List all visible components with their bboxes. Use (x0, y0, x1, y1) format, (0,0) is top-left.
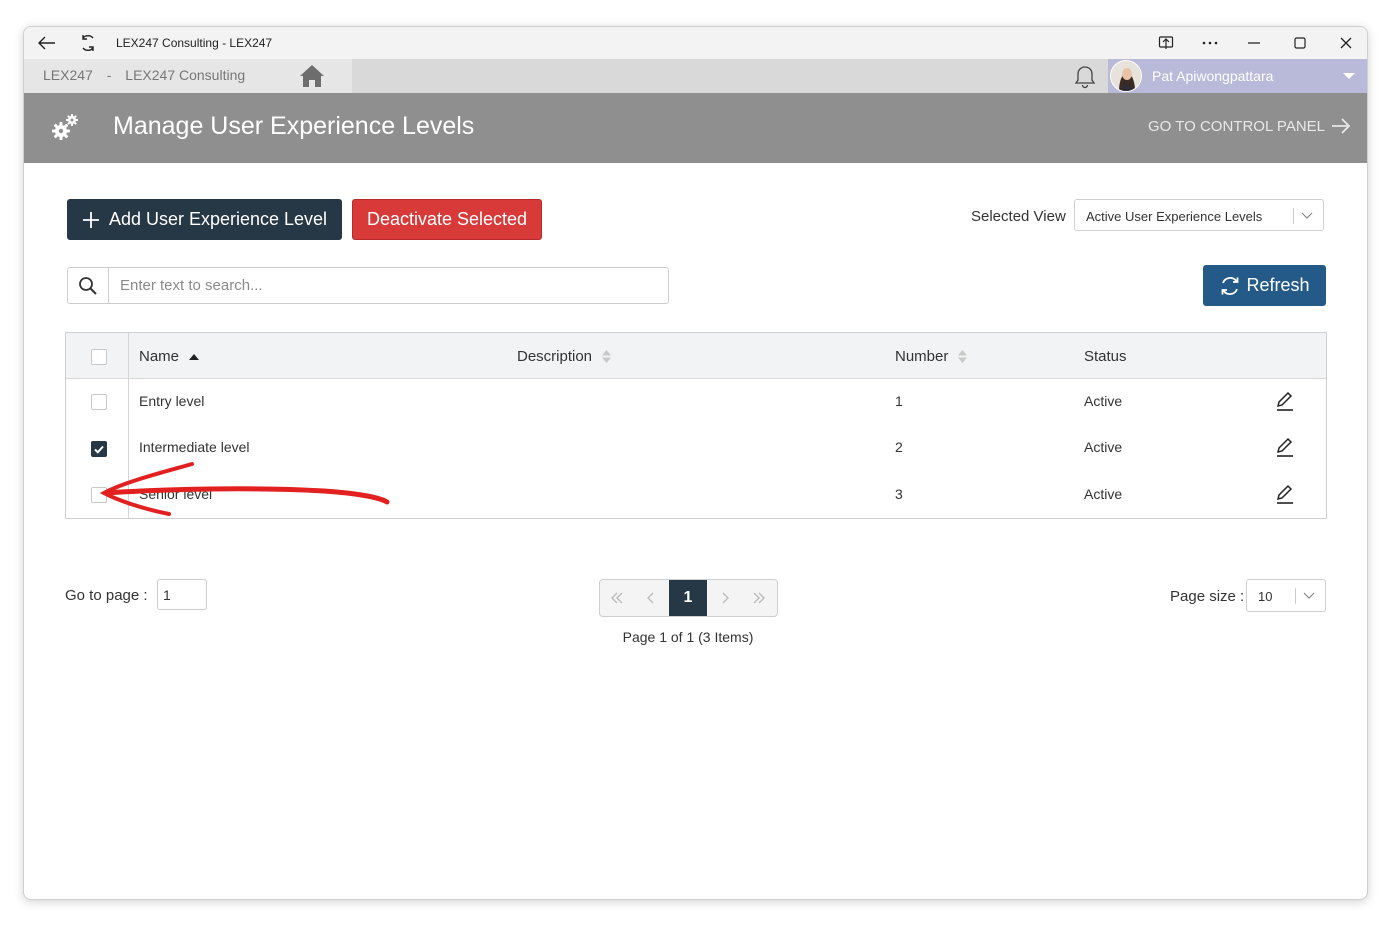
search-icon (68, 268, 109, 303)
selected-view-value: Active User Experience Levels (1086, 209, 1263, 224)
column-name-label: Name (139, 348, 180, 365)
tenant-name: LEX247 Consulting (125, 67, 246, 83)
experience-levels-table: Name Description Number Status Entry lev… (65, 332, 1327, 519)
table-row[interactable]: Intermediate level 2 Active (66, 426, 1326, 472)
app-top-bar: LEX247 - LEX247 Consulting Pat Apiwongpa… (24, 59, 1367, 93)
user-name: Pat Apiwongpattara (1152, 68, 1274, 84)
page-size-dropdown[interactable]: 10 (1246, 579, 1326, 612)
column-header-number[interactable]: Number (895, 348, 968, 365)
row-name: Entry level (139, 393, 205, 409)
row-number: 1 (895, 393, 903, 409)
table-header: Name Description Number Status (66, 333, 1326, 379)
row-status: Active (1084, 439, 1123, 455)
deactivate-selected-button[interactable]: Deactivate Selected (352, 199, 542, 240)
tenant-code: LEX247 (43, 67, 93, 83)
search-box (67, 267, 669, 304)
add-user-experience-level-button[interactable]: Add User Experience Level (67, 199, 342, 240)
table-row[interactable]: Entry level 1 Active (66, 380, 1326, 426)
page-header: Manage User Experience Levels GO TO CONT… (24, 93, 1367, 163)
check-icon (94, 445, 104, 454)
dropdown-separator (1293, 208, 1294, 224)
row-checkbox[interactable] (91, 441, 107, 457)
refresh-icon (1222, 276, 1239, 295)
more-icon[interactable] (1196, 31, 1224, 55)
title-bar: LEX247 Consulting - LEX247 (24, 27, 1367, 59)
search-input[interactable] (110, 268, 666, 303)
row-name: Senior level (139, 486, 213, 502)
refresh-button[interactable]: Refresh (1203, 265, 1326, 306)
row-name: Intermediate level (139, 439, 250, 455)
go-to-control-panel-link[interactable]: GO TO CONTROL PANEL (1148, 117, 1351, 135)
column-description-label: Description (517, 348, 593, 365)
home-icon (300, 65, 324, 87)
column-status-label: Status (1084, 348, 1127, 365)
page-title: Manage User Experience Levels (113, 112, 475, 140)
first-page-icon[interactable] (600, 580, 634, 616)
current-page-button[interactable]: 1 (669, 580, 707, 616)
home-button[interactable] (272, 59, 352, 93)
chevron-down-icon (1303, 589, 1315, 604)
plus-icon (82, 211, 99, 228)
select-all-checkbox[interactable] (91, 349, 107, 365)
bell-icon[interactable] (1072, 64, 1098, 90)
chevron-down-icon (1301, 209, 1313, 224)
browser-window: LEX247 Consulting - LEX247 LEX247 - LEX2… (23, 26, 1368, 900)
tenant-separator: - (106, 67, 112, 83)
edit-icon[interactable] (1275, 391, 1295, 411)
column-header-name[interactable]: Name (139, 348, 200, 365)
caret-down-icon (1343, 73, 1355, 79)
prev-page-icon[interactable] (634, 580, 668, 616)
last-page-icon[interactable] (742, 580, 776, 616)
user-menu[interactable]: Pat Apiwongpattara (1108, 59, 1367, 93)
arrow-right-icon (1332, 118, 1351, 134)
table-row[interactable]: Senior level 3 Active (66, 473, 1326, 519)
column-number-label: Number (895, 348, 949, 365)
next-page-icon[interactable] (708, 580, 742, 616)
window-title: LEX247 Consulting - LEX247 (116, 36, 273, 50)
column-header-description[interactable]: Description (517, 348, 612, 365)
row-checkbox[interactable] (91, 487, 107, 503)
tenant-switcher[interactable]: LEX247 - LEX247 Consulting (24, 59, 272, 93)
selected-view-dropdown[interactable]: Active User Experience Levels (1074, 199, 1324, 231)
add-label: Add User Experience Level (108, 209, 328, 229)
row-number: 2 (895, 439, 903, 455)
row-checkbox[interactable] (91, 394, 107, 410)
go-to-page-label: Go to page : (65, 587, 148, 604)
edit-icon[interactable] (1275, 437, 1295, 457)
pagination: 1 (599, 579, 778, 617)
row-number: 3 (895, 486, 903, 502)
reload-icon[interactable] (74, 31, 102, 55)
edit-icon[interactable] (1275, 484, 1295, 504)
selected-view-label: Selected View (971, 208, 1066, 225)
sort-icon (602, 350, 612, 363)
sort-icon (958, 350, 968, 363)
page-size-value: 10 (1258, 589, 1273, 604)
close-icon[interactable] (1332, 31, 1360, 55)
cast-icon[interactable] (1152, 31, 1180, 55)
back-arrow-icon[interactable] (33, 31, 61, 55)
column-header-status[interactable]: Status (1084, 348, 1127, 365)
avatar (1110, 60, 1142, 92)
page-info: Page 1 of 1 (3 Items) (622, 629, 754, 645)
minimize-icon[interactable] (1240, 31, 1268, 55)
maximize-icon[interactable] (1286, 31, 1314, 55)
row-status: Active (1084, 486, 1123, 502)
gears-icon (50, 111, 82, 143)
refresh-label: Refresh (1246, 275, 1310, 295)
page-size-label: Page size : (1170, 588, 1245, 605)
row-status: Active (1084, 393, 1123, 409)
control-panel-label: GO TO CONTROL PANEL (1148, 117, 1325, 135)
dropdown-separator (1295, 588, 1296, 604)
sort-ascending-icon (189, 353, 200, 360)
go-to-page-input[interactable] (157, 579, 207, 610)
